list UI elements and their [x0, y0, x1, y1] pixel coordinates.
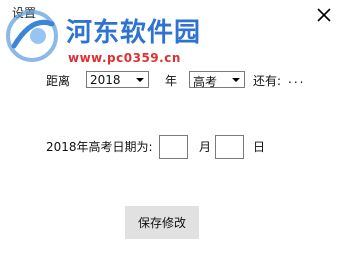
day-input[interactable] — [215, 135, 244, 159]
watermark-url: www.pc0359.cn — [68, 51, 181, 65]
watermark-name: 河东软件园 — [66, 18, 202, 48]
remaining-label: 还有: — [253, 74, 282, 88]
year-select-value: 2018 — [90, 73, 121, 87]
month-unit-label: 月 — [199, 140, 212, 154]
exam-select-value: 高考 — [193, 75, 218, 89]
distance-label: 距离 — [46, 74, 71, 88]
save-button[interactable]: 保存修改 — [125, 206, 199, 239]
watermark-logo-icon — [6, 10, 58, 62]
year-select[interactable]: 2018 — [86, 71, 149, 88]
chevron-down-icon — [228, 73, 243, 86]
watermark: 河东软件园 www.pc0359.cn — [4, 6, 244, 68]
year-unit-label: 年 — [165, 74, 178, 88]
exam-select[interactable]: 高考 — [189, 71, 245, 89]
day-unit-label: 日 — [253, 140, 266, 154]
exam-date-label: 2018年高考日期为: — [46, 140, 153, 154]
remaining-value: ... — [288, 72, 306, 86]
chevron-down-icon — [132, 73, 147, 86]
month-input[interactable] — [159, 135, 188, 159]
close-icon[interactable] — [315, 6, 333, 24]
